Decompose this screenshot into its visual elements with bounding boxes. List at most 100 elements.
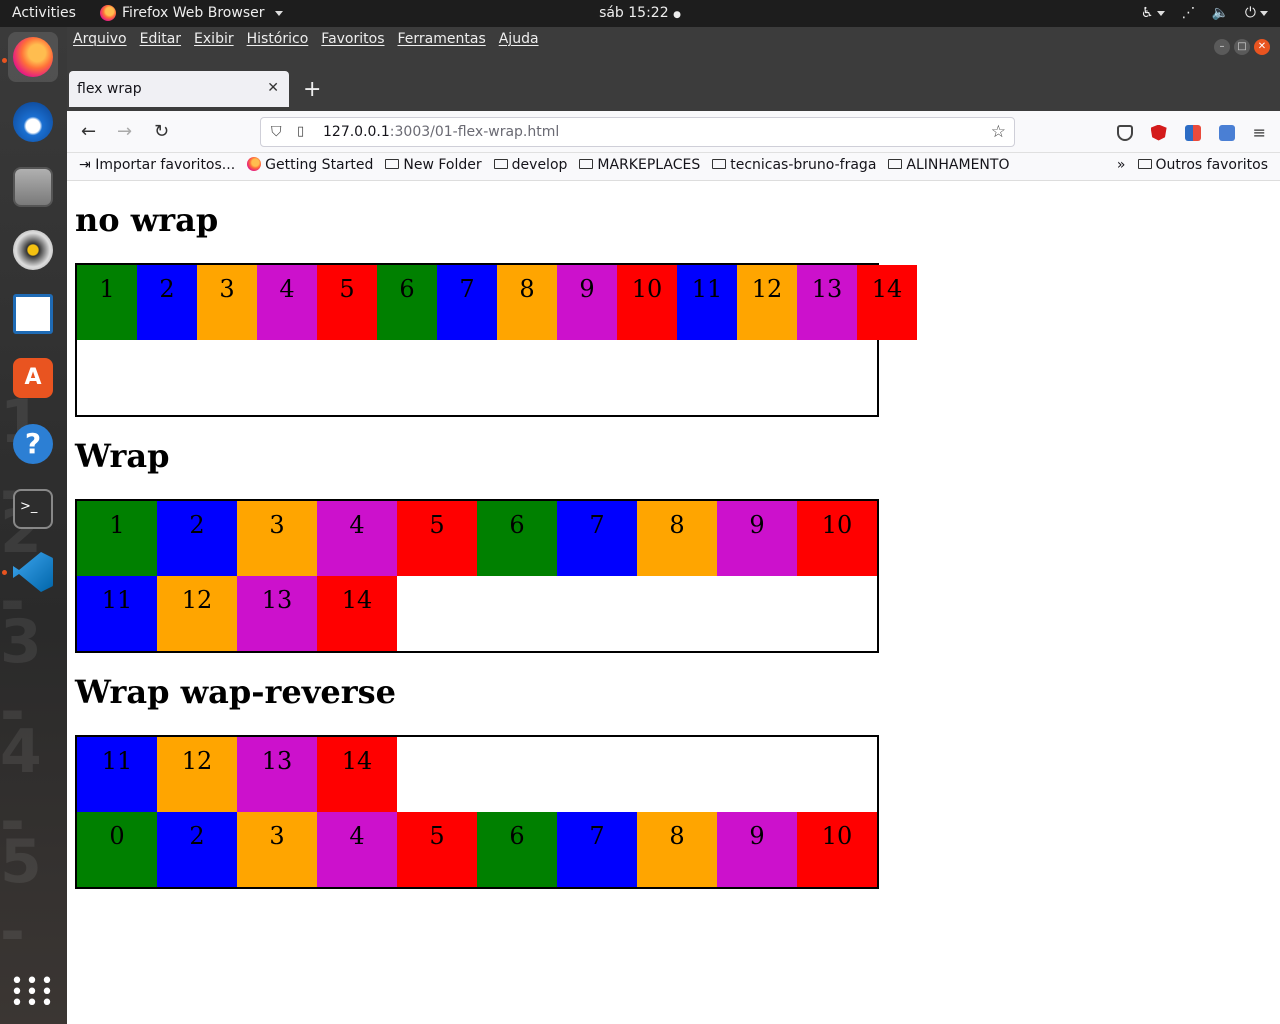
show-applications-button[interactable]: ••• ••• ••• — [8, 967, 58, 1017]
system-tray[interactable]: ♿ ⋰ 🔈 ⏻ — [1141, 5, 1268, 21]
flex-item-4: 4 — [317, 812, 397, 887]
menu-bar: Arquivo Editar Exibir Histórico Favorito… — [67, 27, 1280, 71]
volume-icon[interactable]: 🔈 — [1211, 5, 1228, 21]
pocket-icon[interactable] — [1116, 124, 1133, 141]
bookmark-folder-markeplaces[interactable]: MARKEPLACES — [579, 157, 700, 173]
extension-icon[interactable] — [1184, 124, 1201, 141]
flex-item-5: 5 — [397, 501, 477, 576]
menu-favoritos[interactable]: Favoritos — [321, 31, 384, 47]
folder-icon — [579, 159, 594, 169]
clock[interactable]: sáb 15:22 ● — [0, 5, 1280, 21]
flex-item-9: 9 — [557, 265, 617, 340]
page-info-icon[interactable]: ▯ — [297, 124, 304, 139]
running-indicator — [2, 58, 7, 63]
flex-item-5: 5 — [397, 812, 477, 887]
menu-historico[interactable]: Histórico — [247, 31, 309, 47]
flex-item-11: 11 — [677, 265, 737, 340]
bookmarks-overflow-button[interactable]: » — [1117, 157, 1126, 173]
flex-container-wrap: 1 2 3 4 5 6 7 8 9 10 11 12 13 14 — [75, 499, 879, 653]
bookmark-folder-tecnicas[interactable]: tecnicas-bruno-fraga — [712, 157, 876, 173]
help-icon: ? — [13, 424, 53, 464]
maximize-button[interactable]: □ — [1234, 39, 1250, 55]
bookmark-import[interactable]: ⇥ Importar favoritos... — [79, 157, 235, 173]
flex-item-3: 3 — [237, 812, 317, 887]
back-button[interactable]: ← — [81, 121, 96, 142]
hamburger-menu-icon[interactable]: ≡ — [1253, 123, 1266, 142]
empty-space — [797, 737, 877, 812]
empty-space — [717, 737, 797, 812]
close-tab-icon[interactable]: ✕ — [267, 80, 279, 96]
menu-editar[interactable]: Editar — [140, 31, 181, 47]
dock-vscode[interactable] — [8, 547, 58, 597]
writer-icon — [13, 294, 53, 334]
dock-thunderbird[interactable] — [8, 97, 58, 147]
minimize-button[interactable]: – — [1214, 39, 1230, 55]
flex-item-12: 12 — [737, 265, 797, 340]
bookmark-folder-other[interactable]: Outros favoritos — [1137, 157, 1269, 173]
flex-item-2: 2 — [137, 265, 197, 340]
flex-item-1: 1 — [77, 501, 157, 576]
flex-item-11: 11 — [77, 576, 157, 651]
system-top-bar: Activities Firefox Web Browser sáb 15:22… — [0, 0, 1280, 27]
bookmark-label: Outros favoritos — [1155, 157, 1269, 173]
bookmark-label: Getting Started — [265, 157, 374, 173]
firefox-window: Arquivo Editar Exibir Histórico Favorito… — [67, 27, 1280, 1024]
flex-item-10: 10 — [797, 812, 877, 887]
dock-firefox[interactable] — [8, 32, 58, 82]
flex-item-12: 12 — [157, 576, 237, 651]
empty-space — [637, 737, 717, 812]
bookmark-star-icon[interactable]: ☆ — [991, 122, 1006, 142]
url-text[interactable]: 127.0.0.1:3003/01-flex-wrap.html — [323, 124, 559, 140]
flex-item-7: 7 — [557, 812, 637, 887]
rhythmbox-icon — [13, 230, 53, 270]
ublock-icon[interactable] — [1150, 124, 1167, 141]
dock-files[interactable] — [8, 162, 58, 212]
translate-icon[interactable] — [1218, 124, 1235, 141]
accessibility-icon[interactable]: ♿ — [1141, 5, 1166, 21]
tracking-protection-shield-icon[interactable]: ⛉ — [271, 124, 282, 140]
flex-item-11: 11 — [77, 737, 157, 812]
empty-space — [557, 737, 637, 812]
flex-item-4: 4 — [317, 501, 397, 576]
flex-item-10: 10 — [617, 265, 677, 340]
flex-item-8: 8 — [497, 265, 557, 340]
bookmark-label: tecnicas-bruno-fraga — [730, 157, 877, 173]
bookmark-folder-alinhamento[interactable]: ALINHAMENTO — [888, 157, 1009, 173]
forward-button[interactable]: → — [117, 121, 132, 142]
menu-ferramentas[interactable]: Ferramentas — [398, 31, 486, 47]
clock-label: sáb 15:22 — [599, 5, 669, 21]
tab-flex-wrap[interactable]: flex wrap ✕ — [69, 71, 289, 107]
menu-arquivo[interactable]: Arquivo — [73, 31, 127, 47]
menu-exibir[interactable]: Exibir — [194, 31, 234, 47]
bookmark-folder-new-folder[interactable]: New Folder — [385, 157, 482, 173]
bookmark-label: New Folder — [403, 157, 482, 173]
close-window-button[interactable]: ✕ — [1254, 39, 1270, 55]
flex-item-2: 2 — [157, 812, 237, 887]
flex-item-8: 8 — [637, 812, 717, 887]
url-host: 127.0.0.1 — [323, 124, 390, 140]
reload-button[interactable]: ↻ — [154, 121, 169, 142]
import-icon: ⇥ — [79, 157, 91, 173]
power-icon[interactable]: ⏻ — [1245, 5, 1268, 21]
bookmark-label: MARKEPLACES — [597, 157, 701, 173]
url-path: :3003/01-flex-wrap.html — [389, 124, 560, 140]
bookmark-folder-develop[interactable]: develop — [493, 157, 567, 173]
bookmark-getting-started[interactable]: Getting Started — [247, 157, 373, 173]
folder-icon — [385, 159, 400, 169]
tab-strip: flex wrap ✕ + — [67, 71, 1280, 111]
network-icon[interactable]: ⋰ — [1181, 5, 1195, 21]
dock-software[interactable]: A — [8, 353, 58, 403]
new-tab-button[interactable]: + — [303, 77, 321, 102]
url-bar[interactable]: ⛉ ▯ 127.0.0.1:3003/01-flex-wrap.html ☆ — [260, 117, 1015, 147]
dock-rhythmbox[interactable] — [8, 225, 58, 275]
folder-icon — [712, 159, 727, 169]
dock-writer[interactable] — [8, 289, 58, 339]
folder-icon — [888, 159, 903, 169]
empty-space — [477, 737, 557, 812]
dock-help[interactable]: ? — [8, 419, 58, 469]
folder-icon — [1137, 159, 1152, 169]
menu-ajuda[interactable]: Ajuda — [499, 31, 539, 47]
notification-dot-icon: ● — [673, 10, 681, 20]
dock-terminal[interactable]: >_ — [8, 484, 58, 534]
flex-item-0: 0 — [77, 812, 157, 887]
